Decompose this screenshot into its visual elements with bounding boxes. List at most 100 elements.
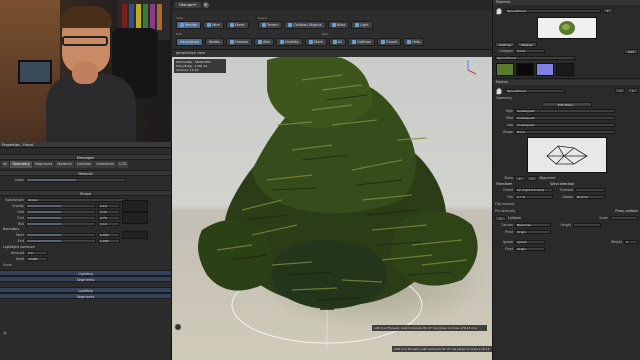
- lod-med-field[interactable]: Unassigned: [515, 116, 615, 120]
- visibility-button[interactable]: Visibility: [275, 38, 303, 46]
- lod-high-field[interactable]: Unassigned: [515, 109, 615, 113]
- alignment-toggle[interactable]: ☐: [526, 175, 538, 181]
- tab-lod[interactable]: LOD: [117, 161, 129, 168]
- add-button[interactable]: Add: [254, 38, 274, 46]
- edit-mesh-button[interactable]: Edit Mesh...: [541, 101, 592, 107]
- all-button[interactable]: All: [328, 38, 347, 46]
- curl-slider[interactable]: [26, 215, 96, 220]
- weight-field[interactable]: 1: [624, 240, 638, 244]
- category-select[interactable]: Frond: [515, 49, 545, 53]
- material-select[interactable]: SpruceFrond: [505, 8, 601, 13]
- mesh-add-button[interactable]: +: [614, 88, 626, 93]
- shape-section[interactable]: Shape: [0, 190, 171, 196]
- forward-field[interactable]: [575, 188, 605, 192]
- segments-section-2[interactable]: Segments: [0, 293, 171, 299]
- messages-header[interactable]: Messages: [0, 154, 171, 160]
- show-select[interactable]: ▾: [515, 175, 525, 181]
- generators-button[interactable]: Generators: [176, 38, 203, 46]
- tab-geometry[interactable]: Geometry: [10, 161, 32, 168]
- help-button[interactable]: Help: [403, 38, 425, 46]
- index-slider[interactable]: [26, 177, 126, 182]
- convex-field[interactable]: Branches: [515, 223, 551, 227]
- scale-heading: Scale: [3, 263, 12, 267]
- start-slider[interactable]: [26, 232, 96, 237]
- ignore-field[interactable]: Ignore: [515, 240, 545, 244]
- material-section[interactable]: Material: [0, 170, 171, 176]
- hand-icon[interactable]: [495, 7, 503, 15]
- gravity-value[interactable]: 0.16: [98, 203, 120, 208]
- settings-tab[interactable]: Settings: [495, 41, 516, 47]
- roll-value[interactable]: 0.14: [98, 221, 120, 226]
- render-button[interactable]: Render: [176, 21, 202, 29]
- view-group-label: View: [176, 16, 184, 20]
- curl-value[interactable]: 0.75: [98, 215, 120, 220]
- fold-slider[interactable]: [26, 209, 96, 214]
- wire-button[interactable]: Wire: [203, 21, 224, 29]
- curl-curve[interactable]: [122, 211, 148, 224]
- pivot-field[interactable]: Origin: [515, 230, 551, 234]
- creases-button[interactable]: Creases: [225, 38, 253, 46]
- amount-value[interactable]: 0.0: [26, 250, 48, 255]
- mesh-preview[interactable]: [526, 137, 607, 173]
- document-tabbar: Oke.spm* ×: [172, 0, 492, 10]
- close-tab-button[interactable]: ×: [202, 2, 209, 8]
- panel-scroll-button[interactable]: [2, 330, 8, 336]
- meshes-tab[interactable]: Meshes: [517, 41, 537, 47]
- height-label: Height: [560, 223, 571, 227]
- material-name-field[interactable]: SpruceFrond: [495, 56, 575, 60]
- export-button[interactable]: Export: [377, 38, 402, 46]
- add-material-button[interactable]: Add: [624, 48, 638, 54]
- webcam-person-hair: [60, 6, 112, 28]
- collision-button[interactable]: Collision: [348, 38, 376, 46]
- tab-collision[interactable]: Collision: [74, 161, 94, 168]
- diffuse-thumbnail[interactable]: [496, 63, 514, 76]
- boundary-curve[interactable]: [122, 230, 148, 239]
- roll-slider[interactable]: [26, 221, 96, 226]
- scale-field[interactable]: [610, 216, 638, 220]
- pivot2-label: Pivot: [505, 247, 513, 251]
- material-preview-leaf: [558, 21, 575, 35]
- pivot2-field[interactable]: Origin: [515, 247, 545, 251]
- start-value[interactable]: 0.000: [98, 232, 120, 237]
- tab-segments[interactable]: Segments: [32, 161, 55, 168]
- document-tab[interactable]: Oke.spm*: [175, 2, 201, 8]
- lod-low-field[interactable]: Unassigned: [515, 123, 615, 127]
- upaxis-field[interactable]: Normal: [575, 195, 605, 199]
- mesh-select[interactable]: SpruceFrond: [505, 88, 565, 93]
- viewport-nav-icon[interactable]: [174, 323, 182, 331]
- specular-thumbnail[interactable]: [556, 63, 574, 76]
- hand-icon[interactable]: [495, 87, 503, 95]
- fold-label: Fold: [17, 209, 24, 214]
- store-button[interactable]: Store: [304, 38, 327, 46]
- collision-objects-button[interactable]: Collision Objects: [284, 21, 326, 29]
- sheet-button[interactable]: Sheet: [225, 21, 249, 29]
- subdivision-field[interactable]: Global: [26, 197, 126, 202]
- normal-thumbnail[interactable]: [536, 63, 554, 76]
- 3d-viewport[interactable]: perspective view POLYGONS : SELECTED Pol…: [172, 50, 492, 360]
- light-button[interactable]: Light: [351, 21, 373, 29]
- segments-section[interactable]: Segments: [0, 276, 171, 282]
- tab-all[interactable]: All: [1, 161, 10, 168]
- seed-value[interactable]: 15485: [26, 256, 48, 261]
- alpha-thumbnail[interactable]: [516, 63, 534, 76]
- shape-field[interactable]: None: [515, 130, 615, 134]
- collision-tool-icon: [352, 40, 357, 44]
- height-field[interactable]: [573, 223, 601, 227]
- tab-material[interactable]: Material: [55, 161, 74, 168]
- fold-value[interactable]: 0.30: [98, 209, 120, 214]
- gravity-curve[interactable]: [122, 199, 148, 212]
- flip-field[interactable]: X Y Z: [515, 195, 553, 199]
- material-menu-button[interactable]: ▾: [603, 8, 613, 13]
- orient-field[interactable]: Up (right-handed): [515, 188, 553, 192]
- nodes-button[interactable]: Nodes: [205, 38, 224, 46]
- gravity-slider[interactable]: [26, 203, 96, 208]
- mesh-remove-button[interactable]: ×: [627, 88, 638, 93]
- proxy-collision-title: Proxy collision: [615, 209, 638, 213]
- wind-button[interactable]: Wind: [327, 21, 350, 29]
- tab-animation[interactable]: Animation: [94, 161, 117, 168]
- collision-toggle[interactable]: ☐: [495, 215, 506, 221]
- material-preview[interactable]: [536, 17, 597, 39]
- end-value[interactable]: 0.000: [98, 238, 120, 243]
- terrain-button[interactable]: Terrain: [258, 21, 283, 29]
- end-slider[interactable]: [26, 238, 96, 243]
